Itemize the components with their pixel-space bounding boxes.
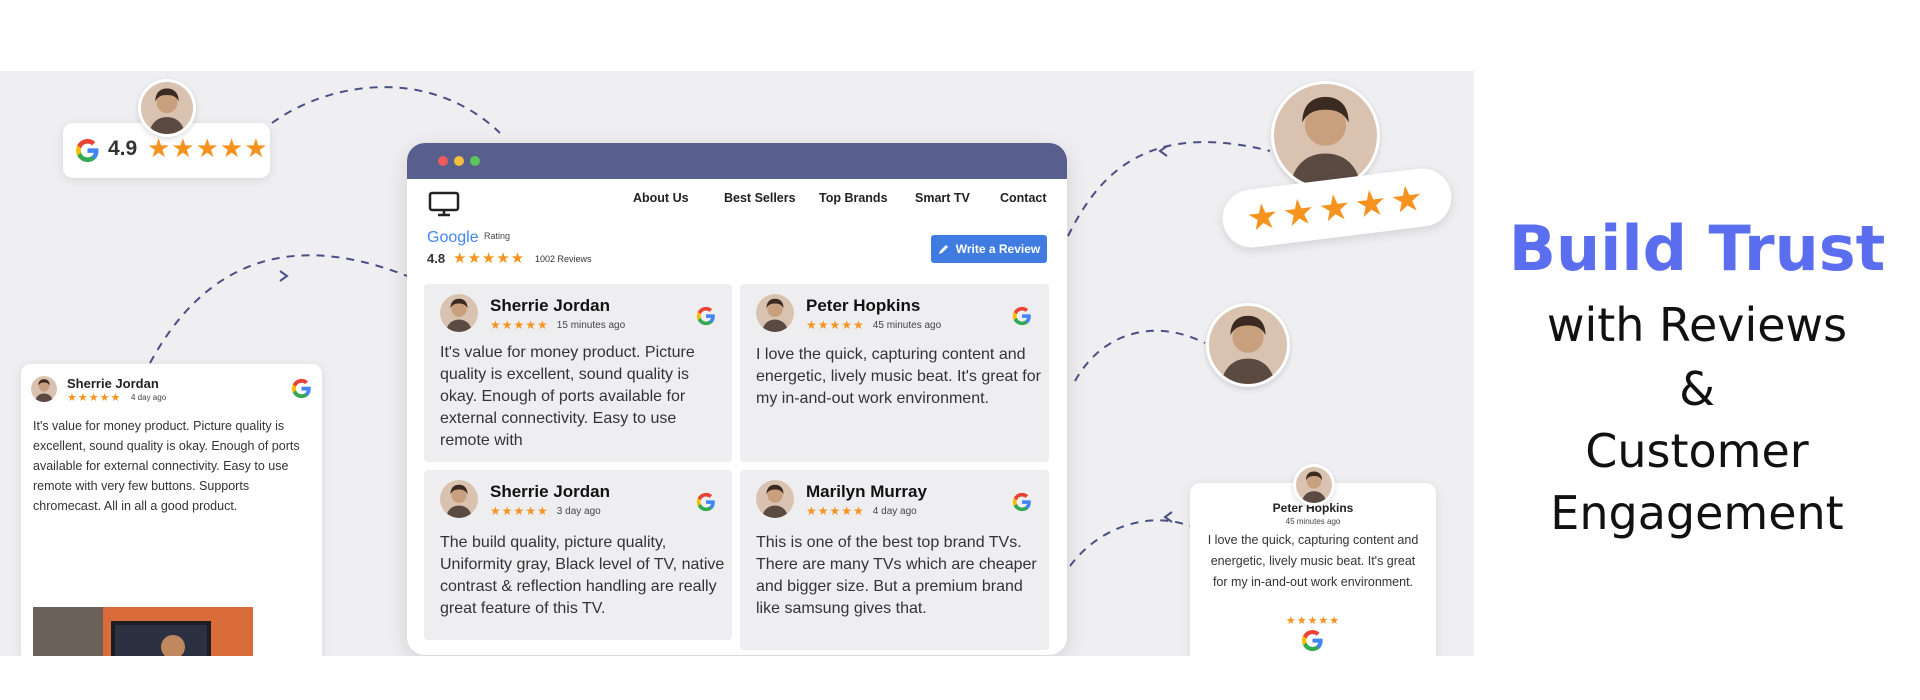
write-review-button[interactable]: Write a Review bbox=[931, 235, 1047, 263]
review-text: It's value for money product. Picture qu… bbox=[33, 419, 300, 513]
reviewer-name: Peter Hopkins bbox=[806, 296, 921, 315]
window-titlebar bbox=[407, 143, 1067, 179]
review-time: 4 day ago bbox=[872, 505, 917, 517]
review-stars: ★★★★★ bbox=[806, 504, 865, 518]
review-stars: ★★★★★ bbox=[1285, 615, 1341, 627]
google-g-icon bbox=[696, 306, 716, 326]
pencil-icon bbox=[938, 245, 948, 254]
reviewer-name: Sherrie Jordan bbox=[490, 296, 610, 315]
reviewer-avatar bbox=[31, 376, 57, 402]
review-stars: ★★★★★ bbox=[806, 318, 865, 332]
google-g-icon bbox=[1012, 306, 1032, 326]
headline-line-3: Customer bbox=[1585, 424, 1809, 478]
tv-photo bbox=[33, 607, 253, 656]
reviewer-name: Sherrie Jordan bbox=[67, 376, 159, 391]
overall-rating-stars: ★★★★★ bbox=[453, 250, 526, 267]
hero-stage: 4.9 ★★★★★ Sherrie Jordan ★★★★★ 4 day ago… bbox=[0, 71, 1474, 656]
google-g-icon bbox=[1301, 629, 1324, 652]
google-g-icon bbox=[75, 138, 100, 163]
review-card: Marilyn Murray ★★★★★ 4 day ago This is o… bbox=[740, 470, 1049, 650]
review-meta: ★★★★★ 3 day ago bbox=[490, 504, 601, 518]
reviews-count: 1002 Reviews bbox=[535, 254, 592, 264]
reviewer-avatar bbox=[756, 480, 794, 518]
review-meta: ★★★★★ 4 day ago bbox=[806, 504, 917, 518]
review-card: Sherrie Jordan ★★★★★ 15 minutes ago It's… bbox=[424, 284, 732, 462]
headline-line-2: & bbox=[1679, 362, 1715, 416]
avatar-man bbox=[1293, 464, 1335, 506]
review-card: Sherrie Jordan ★★★★★ 3 day ago The build… bbox=[424, 470, 732, 640]
headline-line-4: Engagement bbox=[1550, 486, 1844, 540]
google-g-icon bbox=[1012, 492, 1032, 512]
reviewer-avatar bbox=[756, 294, 794, 332]
window-close-dot[interactable] bbox=[438, 156, 448, 166]
review-widget-window: About Us Best Sellers Top Brands Smart T… bbox=[407, 143, 1067, 655]
review-time: 4 day ago bbox=[131, 393, 167, 402]
review-stars: ★★★★★ bbox=[490, 318, 549, 332]
rating-badge-stars: ★★★★★ bbox=[147, 133, 269, 163]
google-g-icon bbox=[291, 378, 312, 399]
review-time: 15 minutes ago bbox=[556, 319, 626, 331]
review-card: Peter Hopkins ★★★★★ 45 minutes ago I lov… bbox=[740, 284, 1049, 462]
reviewer-avatar bbox=[440, 480, 478, 518]
review-stars: ★★★★★ bbox=[67, 392, 122, 404]
window-maximize-dot[interactable] bbox=[470, 156, 480, 166]
nav-best-sellers[interactable]: Best Sellers bbox=[724, 191, 796, 205]
review-text: It's value for money product. Picture qu… bbox=[440, 344, 695, 449]
write-review-label: Write a Review bbox=[955, 242, 1041, 256]
left-review-card: Sherrie Jordan ★★★★★ 4 day ago It's valu… bbox=[21, 364, 322, 656]
nav-contact[interactable]: Contact bbox=[1000, 191, 1047, 205]
review-meta: ★★★★★ 15 minutes ago bbox=[490, 318, 625, 332]
reviewer-name: Marilyn Murray bbox=[806, 482, 927, 501]
window-minimize-dot[interactable] bbox=[454, 156, 464, 166]
review-time: 45 minutes ago bbox=[872, 319, 942, 331]
review-text: The build quality, picture quality, Unif… bbox=[440, 534, 725, 617]
review-time: 45 minutes ago bbox=[1285, 517, 1341, 526]
avatar-woman-1 bbox=[138, 79, 196, 137]
review-text: This is one of the best top brand TVs. T… bbox=[756, 534, 1037, 617]
reviewer-avatar bbox=[440, 294, 478, 332]
overall-rating-score: 4.8 bbox=[427, 251, 446, 266]
reviewer-name: Sherrie Jordan bbox=[490, 482, 610, 501]
right-review-card: Peter Hopkins 45 minutes ago I love the … bbox=[1190, 483, 1436, 656]
tv-logo-icon bbox=[428, 191, 460, 217]
headline-line-1: with Reviews bbox=[1546, 298, 1848, 352]
rating-badge-score: 4.9 bbox=[108, 137, 138, 160]
nav-about-us[interactable]: About Us bbox=[633, 191, 689, 205]
review-meta: ★★★★★ 45 minutes ago bbox=[806, 318, 941, 332]
nav-smart-tv[interactable]: Smart TV bbox=[915, 191, 970, 205]
avatar-woman-2 bbox=[1271, 81, 1380, 190]
headline-title: Build Trust bbox=[1508, 212, 1886, 285]
review-text: I love the quick, capturing content and … bbox=[756, 346, 1041, 407]
nav-top-brands[interactable]: Top Brands bbox=[819, 191, 888, 205]
review-stars: ★★★★★ bbox=[490, 504, 549, 518]
google-wordmark: Google bbox=[427, 229, 479, 246]
rating-label: Rating bbox=[484, 231, 511, 241]
google-g-icon bbox=[696, 492, 716, 512]
review-text: I love the quick, capturing content and … bbox=[1207, 533, 1419, 589]
review-time: 3 day ago bbox=[556, 505, 601, 517]
avatar-woman-3 bbox=[1206, 303, 1290, 387]
